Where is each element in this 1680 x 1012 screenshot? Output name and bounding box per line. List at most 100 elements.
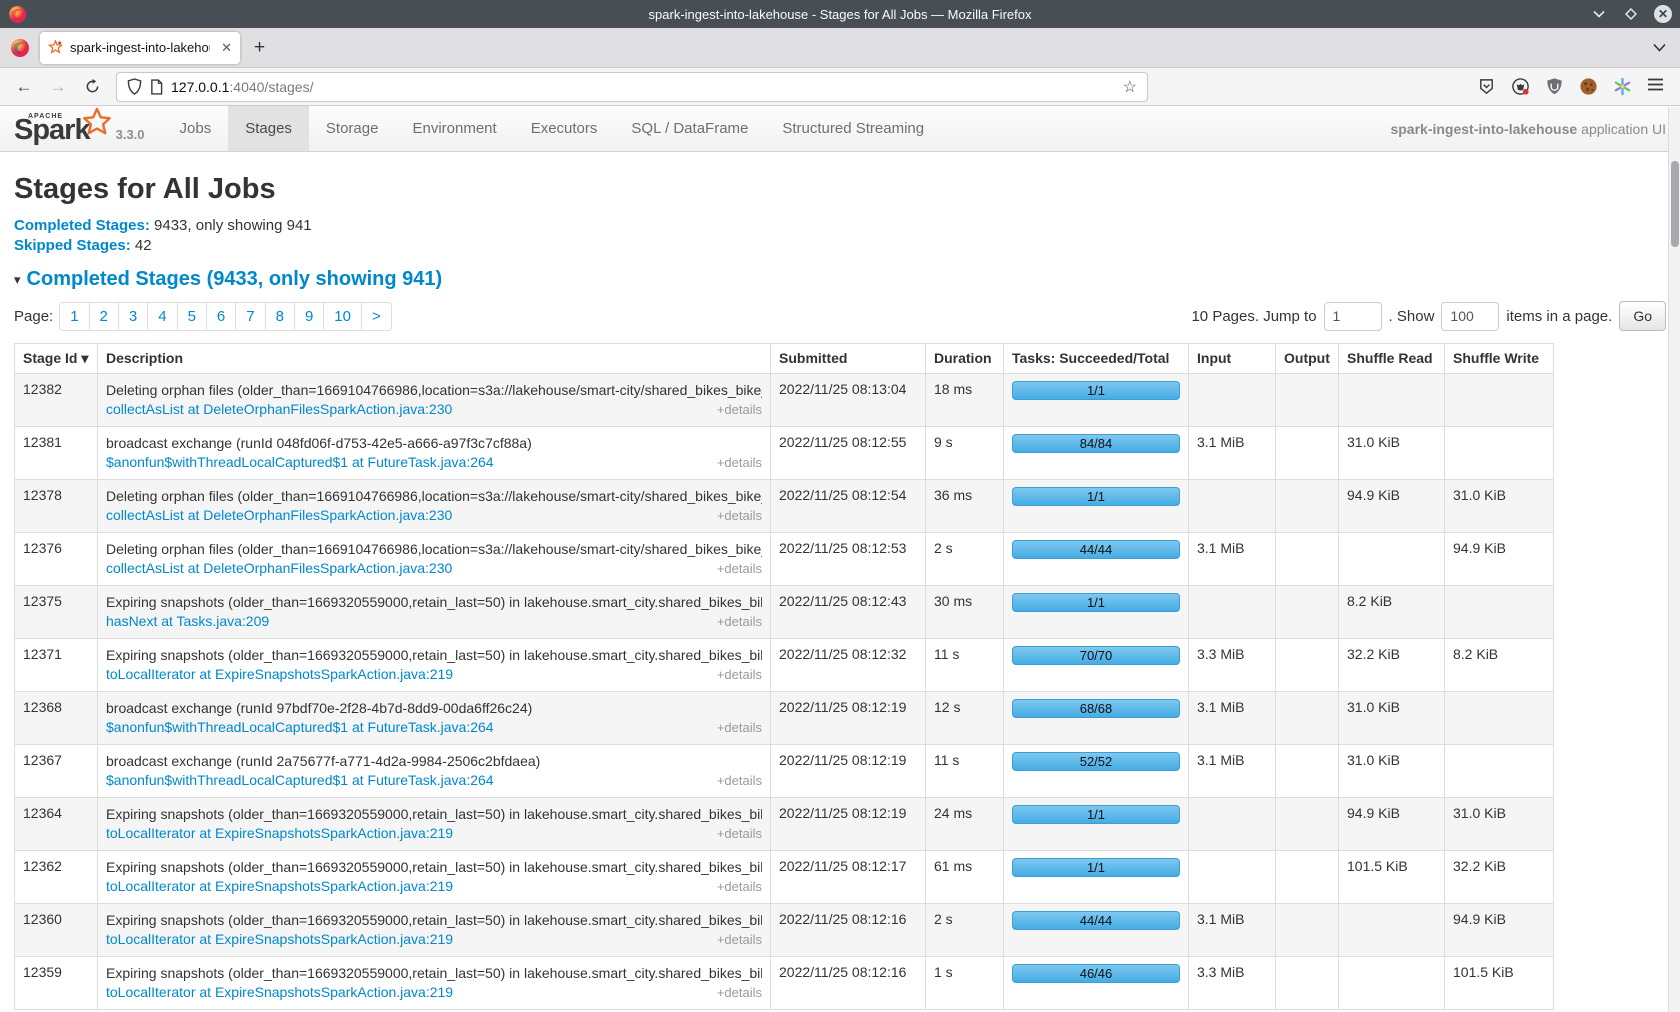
column-header-description[interactable]: Description (98, 344, 771, 374)
stage-detail-link[interactable]: $anonfun$withThreadLocalCaptured$1 at Fu… (106, 453, 494, 472)
column-header-stage-id[interactable]: Stage Id ▾ (15, 344, 98, 374)
page-button-7[interactable]: 7 (235, 302, 265, 331)
skipped-stages-link[interactable]: Skipped Stages: (14, 237, 131, 254)
column-header-submitted[interactable]: Submitted (771, 344, 926, 374)
details-toggle[interactable]: +details (717, 824, 762, 843)
stages-table-header: Stage Id ▾DescriptionSubmittedDurationTa… (15, 344, 1554, 374)
stage-detail-link[interactable]: collectAsList at DeleteOrphanFilesSparkA… (106, 506, 452, 525)
stage-detail-link[interactable]: toLocalIterator at ExpireSnapshotsSparkA… (106, 877, 453, 896)
stage-detail-link[interactable]: $anonfun$withThreadLocalCaptured$1 at Fu… (106, 718, 494, 737)
details-toggle[interactable]: +details (717, 506, 762, 525)
details-toggle[interactable]: +details (717, 930, 762, 949)
items-per-page-input[interactable] (1441, 302, 1499, 331)
shuffle-write-cell: 94.9 KiB (1445, 904, 1554, 957)
stage-detail-link[interactable]: toLocalIterator at ExpireSnapshotsSparkA… (106, 930, 453, 949)
nav-item-jobs[interactable]: Jobs (163, 106, 229, 151)
chevron-down-icon[interactable] (1590, 5, 1608, 23)
tasks-progress-bar: 1/1 (1012, 381, 1180, 400)
stage-id-cell: 12364 (15, 798, 98, 851)
nav-item-structured-streaming[interactable]: Structured Streaming (765, 106, 941, 151)
table-row: 12381 broadcast exchange (runId 048fd06f… (15, 427, 1554, 480)
duration-cell: 30 ms (926, 586, 1004, 639)
column-header-shuffle-write[interactable]: Shuffle Write (1445, 344, 1554, 374)
stage-detail-link[interactable]: toLocalIterator at ExpireSnapshotsSparkA… (106, 665, 453, 684)
next-page-button[interactable]: > (361, 302, 392, 331)
tab-close-icon[interactable]: ✕ (221, 40, 232, 56)
cookie-icon[interactable] (1579, 77, 1598, 96)
bookmark-star-icon[interactable]: ☆ (1123, 77, 1137, 97)
shuffle-write-cell: 31.0 KiB (1445, 480, 1554, 533)
column-header-input[interactable]: Input (1189, 344, 1276, 374)
url-bar[interactable]: 127.0.0.1:4040/stages/ ☆ (116, 72, 1148, 102)
completed-stages-section-header[interactable]: ▾ Completed Stages (9433, only showing 9… (14, 268, 1666, 291)
shuffle-write-cell: 8.2 KiB (1445, 639, 1554, 692)
go-button[interactable]: Go (1619, 301, 1666, 331)
input-cell (1189, 586, 1276, 639)
diamond-restore-icon[interactable] (1622, 5, 1640, 23)
details-toggle[interactable]: +details (717, 400, 762, 419)
column-header-tasks-succeeded-total[interactable]: Tasks: Succeeded/Total (1004, 344, 1189, 374)
page-button-1[interactable]: 1 (59, 302, 89, 331)
nav-item-sql-dataframe[interactable]: SQL / DataFrame (614, 106, 765, 151)
page-button-6[interactable]: 6 (206, 302, 236, 331)
spark-logo[interactable]: APACHE Spark 3.3.0 (14, 106, 163, 151)
pocket-shield-icon[interactable] (1477, 77, 1496, 96)
vertical-scrollbar[interactable] (1668, 107, 1680, 1012)
jump-to-page-input[interactable] (1324, 302, 1382, 331)
new-tab-button[interactable]: + (254, 37, 265, 59)
details-toggle[interactable]: +details (717, 983, 762, 1002)
extensions-asterisk-icon[interactable] (1613, 77, 1632, 96)
column-header-output[interactable]: Output (1276, 344, 1339, 374)
stage-detail-link[interactable]: toLocalIterator at ExpireSnapshotsSparkA… (106, 824, 453, 843)
ublock-shield-icon[interactable] (1545, 77, 1564, 96)
nav-item-stages[interactable]: Stages (228, 106, 309, 151)
stage-detail-link[interactable]: collectAsList at DeleteOrphanFilesSparkA… (106, 400, 452, 419)
window-titlebar: spark-ingest-into-lakehouse - Stages for… (0, 0, 1680, 28)
reload-icon[interactable] (78, 73, 106, 101)
application-ui-label: spark-ingest-into-lakehouseapplication U… (1390, 106, 1680, 151)
details-toggle[interactable]: +details (717, 612, 762, 631)
menu-icon[interactable] (1647, 77, 1666, 96)
shuffle-read-cell: 94.9 KiB (1339, 798, 1445, 851)
stage-detail-link[interactable]: $anonfun$withThreadLocalCaptured$1 at Fu… (106, 771, 494, 790)
nav-item-executors[interactable]: Executors (514, 106, 615, 151)
details-toggle[interactable]: +details (717, 771, 762, 790)
page-button-2[interactable]: 2 (89, 302, 119, 331)
output-cell (1276, 798, 1339, 851)
shield-icon[interactable] (127, 78, 142, 95)
stage-detail-link[interactable]: collectAsList at DeleteOrphanFilesSparkA… (106, 559, 452, 578)
browser-tab[interactable]: spark-ingest-into-lakehous ✕ (40, 32, 240, 64)
details-toggle[interactable]: +details (717, 877, 762, 896)
details-toggle[interactable]: +details (717, 718, 762, 737)
column-header-shuffle-read[interactable]: Shuffle Read (1339, 344, 1445, 374)
page-button-10[interactable]: 10 (323, 302, 362, 331)
details-toggle[interactable]: +details (717, 559, 762, 578)
scrollbar-thumb[interactable] (1671, 161, 1679, 247)
details-toggle[interactable]: +details (717, 665, 762, 684)
page-icon[interactable] (150, 79, 163, 95)
column-header-duration[interactable]: Duration (926, 344, 1004, 374)
details-toggle[interactable]: +details (717, 453, 762, 472)
nav-item-environment[interactable]: Environment (395, 106, 513, 151)
stage-detail-link[interactable]: toLocalIterator at ExpireSnapshotsSparkA… (106, 983, 453, 1002)
nav-item-storage[interactable]: Storage (309, 106, 396, 151)
stage-description: broadcast exchange (runId 2a75677f-a771-… (106, 752, 762, 771)
list-tabs-chevron-icon[interactable] (1653, 43, 1666, 52)
section-title[interactable]: Completed Stages (9433, only showing 941… (27, 268, 443, 291)
close-icon[interactable]: ✕ (1654, 5, 1672, 23)
shuffle-read-cell: 31.0 KiB (1339, 745, 1445, 798)
page-button-3[interactable]: 3 (118, 302, 148, 331)
page-button-9[interactable]: 9 (294, 302, 324, 331)
page-button-5[interactable]: 5 (177, 302, 207, 331)
output-cell (1276, 586, 1339, 639)
forward-icon[interactable]: → (44, 73, 72, 101)
back-icon[interactable]: ← (10, 73, 38, 101)
stage-detail-link[interactable]: hasNext at Tasks.java:209 (106, 612, 269, 631)
firefox-app-icon[interactable] (10, 38, 30, 58)
input-cell (1189, 480, 1276, 533)
completed-stages-link[interactable]: Completed Stages: (14, 217, 150, 234)
page-button-8[interactable]: 8 (265, 302, 295, 331)
page-button-4[interactable]: 4 (147, 302, 177, 331)
duration-cell: 36 ms (926, 480, 1004, 533)
container-mask-icon[interactable] (1511, 77, 1530, 96)
